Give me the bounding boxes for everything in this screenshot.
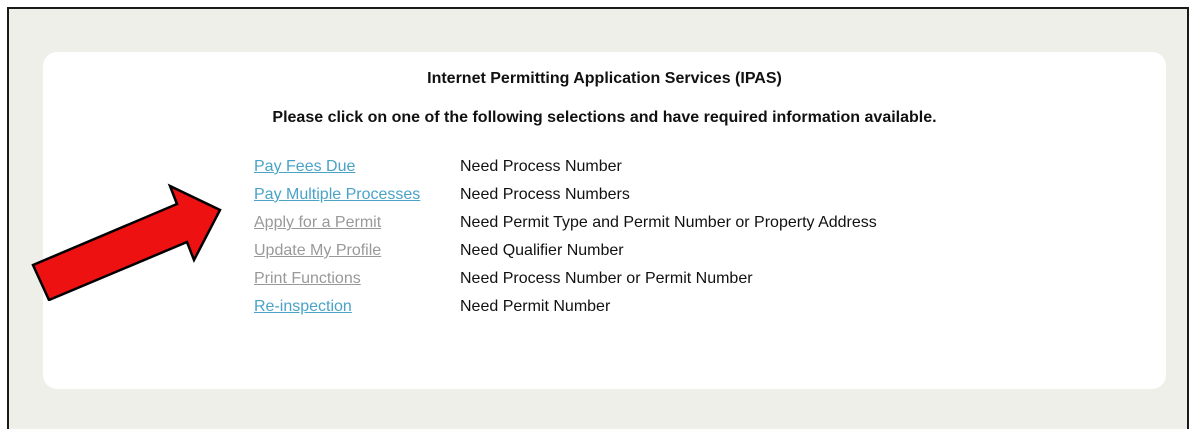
option-requirement: Need Process Number or Permit Number — [460, 270, 753, 287]
option-row: Update My Profile Need Qualifier Number — [254, 237, 877, 265]
page-title: Internet Permitting Application Services… — [427, 70, 782, 87]
pay-multiple-processes-link[interactable]: Pay Multiple Processes — [254, 186, 420, 203]
pay-fees-due-link[interactable]: Pay Fees Due — [254, 158, 355, 175]
option-row: Apply for a Permit Need Permit Type and … — [254, 209, 877, 237]
option-requirement: Need Permit Type and Permit Number or Pr… — [460, 214, 877, 231]
print-functions-link[interactable]: Print Functions — [254, 270, 361, 287]
options-table: Pay Fees Due Need Process Number Pay Mul… — [254, 153, 877, 321]
option-row: Pay Multiple Processes Need Process Numb… — [254, 181, 877, 209]
option-requirement: Need Process Number — [460, 158, 622, 175]
option-row: Re-inspection Need Permit Number — [254, 293, 877, 321]
option-requirement: Need Process Numbers — [460, 186, 630, 203]
instructions-text: Please click on one of the following sel… — [272, 109, 937, 126]
re-inspection-link[interactable]: Re-inspection — [254, 298, 352, 315]
option-row: Pay Fees Due Need Process Number — [254, 153, 877, 181]
update-my-profile-link[interactable]: Update My Profile — [254, 242, 381, 259]
apply-for-permit-link[interactable]: Apply for a Permit — [254, 214, 381, 231]
option-requirement: Need Permit Number — [460, 298, 611, 315]
option-requirement: Need Qualifier Number — [460, 242, 624, 259]
red-arrow-icon — [31, 183, 222, 301]
option-row: Print Functions Need Process Number or P… — [254, 265, 877, 293]
arrow-shape — [31, 183, 222, 301]
